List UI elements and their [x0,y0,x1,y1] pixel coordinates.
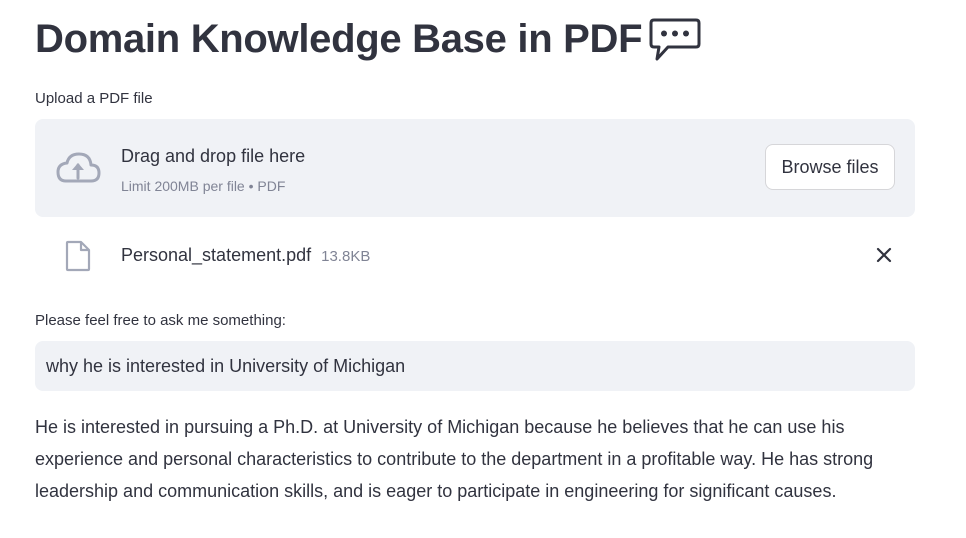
file-icon [65,240,91,272]
browse-files-button[interactable]: Browse files [765,144,895,190]
file-dropzone[interactable]: Drag and drop file here Limit 200MB per … [35,119,915,217]
dropzone-instructions: Drag and drop file here [121,146,306,166]
file-size: 13.8KB [321,248,371,265]
close-icon [873,247,895,269]
file-name: Personal_statement.pdf [121,245,312,265]
cloud-upload-icon [53,149,103,185]
upload-label: Upload a PDF file [35,90,153,107]
question-input[interactable] [35,341,915,391]
remove-file-button[interactable] [873,244,895,266]
uploaded-file-info: Personal_statement.pdf 13.8KB [121,243,370,269]
uploaded-file-row: Personal_statement.pdf 13.8KB [35,232,915,278]
title-row: Domain Knowledge Base in PDF [35,14,702,64]
speech-bubble-icon [648,17,702,63]
question-label: Please feel free to ask me something: [35,312,286,329]
page-title: Domain Knowledge Base in PDF [35,17,643,61]
answer-text: He is interested in pursuing a Ph.D. at … [35,417,874,501]
dropzone-limit-text: Limit 200MB per file • PDF [121,178,286,194]
